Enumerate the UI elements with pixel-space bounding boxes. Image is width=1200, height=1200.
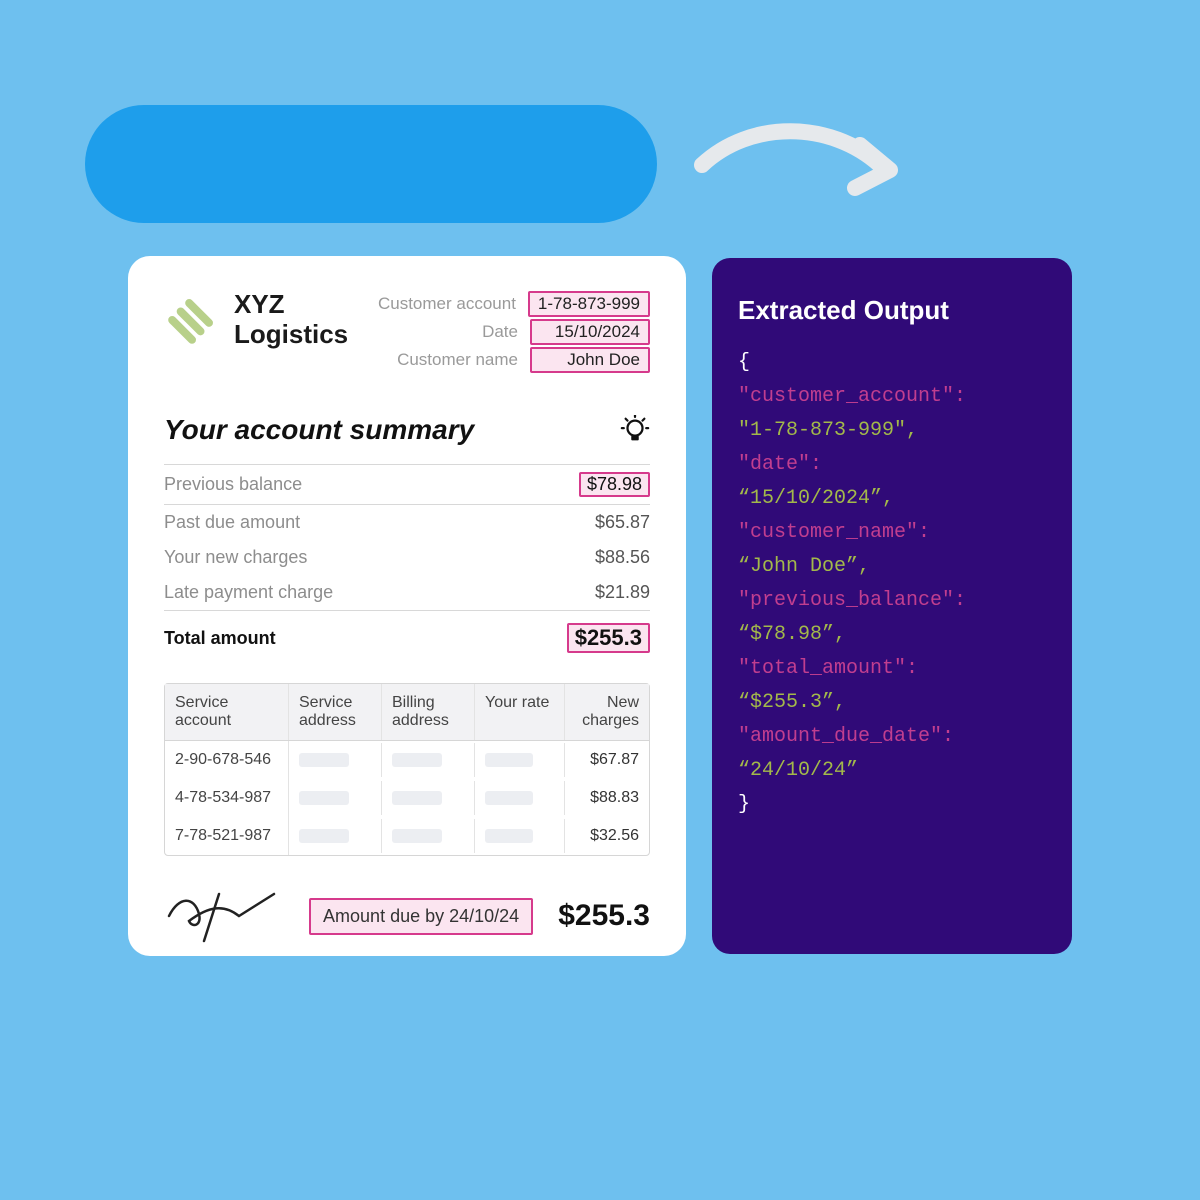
meta-date-value: 15/10/2024 [530,319,650,345]
amount-due-by: Amount due by 24/10/24 [309,898,533,935]
skeleton [392,829,442,843]
th-service-account: Service account [165,684,289,740]
cell-acct: 7-78-521-987 [165,817,289,855]
cell-charge: $67.87 [565,741,649,779]
meta-date-label: Date [482,322,518,342]
skeleton [485,829,533,843]
customer-meta: Customer account 1-78-873-999 Date 15/10… [378,290,650,374]
prev-balance-value: $78.98 [579,472,650,497]
cell-acct: 2-90-678-546 [165,741,289,779]
skeleton [392,753,442,767]
cell-acct: 4-78-534-987 [165,779,289,817]
lightbulb-icon [620,415,650,445]
prev-balance-label: Previous balance [164,474,302,495]
past-due-value: $65.87 [595,512,650,533]
cell-charge: $32.56 [565,817,649,855]
signature-icon [164,886,284,946]
company-logo-icon [164,292,220,348]
meta-name-value: John Doe [530,347,650,373]
new-charges-label: Your new charges [164,547,307,568]
meta-name-label: Customer name [397,350,518,370]
skeleton [485,753,533,767]
table-row: 2-90-678-546 $67.87 [165,741,649,779]
service-table: Service account Service address Billing … [164,683,650,856]
decorative-pill [85,105,657,223]
late-charge-label: Late payment charge [164,582,333,603]
cell-charge: $88.83 [565,779,649,817]
skeleton [299,829,349,843]
th-billing-address: Billing address [382,684,475,740]
company-brand: XYZ Logistics [164,290,348,350]
th-your-rate: Your rate [475,684,565,740]
th-service-address: Service address [289,684,382,740]
th-new-charges: New charges [565,684,649,740]
extracted-output-panel: Extracted Output { "customer_account": "… [712,258,1072,954]
footer-total: $255.3 [558,899,650,933]
skeleton [299,753,349,767]
table-row: 4-78-534-987 $88.83 [165,779,649,817]
meta-account-value: 1-78-873-999 [528,291,650,317]
invoice-document: XYZ Logistics Customer account 1-78-873-… [128,256,686,956]
meta-account-label: Customer account [378,294,516,314]
skeleton [485,791,533,805]
table-row: 7-78-521-987 $32.56 [165,817,649,855]
panel-title: Extracted Output [738,288,1046,332]
json-output: { "customer_account": "1-78-873-999", "d… [738,346,1046,822]
skeleton [299,791,349,805]
past-due-label: Past due amount [164,512,300,533]
total-label: Total amount [164,628,276,649]
new-charges-value: $88.56 [595,547,650,568]
late-charge-value: $21.89 [595,582,650,603]
company-name-line1: XYZ [234,290,348,320]
company-name-line2: Logistics [234,320,348,350]
arrow-icon [690,110,910,205]
total-value: $255.3 [567,623,650,653]
summary-title: Your account summary [164,414,474,446]
skeleton [392,791,442,805]
